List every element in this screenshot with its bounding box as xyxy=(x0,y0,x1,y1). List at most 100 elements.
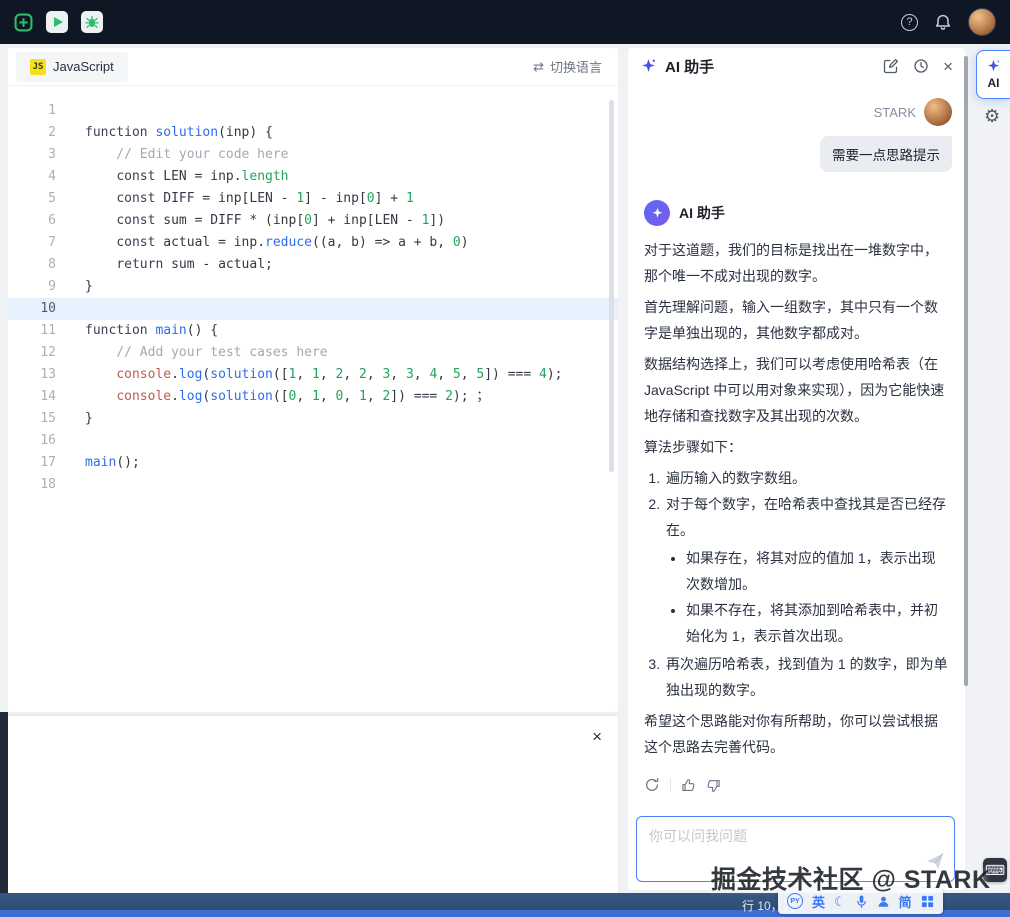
code-text: const sum = DIFF * (inp[0] + inp[LEN - 1… xyxy=(56,210,445,232)
settings-icon[interactable]: ⚙ xyxy=(984,106,1000,127)
code-text: console.log(solution([1, 1, 2, 2, 3, 3, … xyxy=(56,364,563,386)
tab-javascript[interactable]: JS JavaScript xyxy=(16,52,128,82)
code-text: return sum - actual; xyxy=(56,254,273,276)
user-avatar[interactable] xyxy=(968,8,996,36)
code-line[interactable]: 15} xyxy=(8,408,618,430)
code-line[interactable]: 2function solution(inp) { xyxy=(8,122,618,144)
topbar-right: ? xyxy=(901,8,996,36)
code-line[interactable]: 1 xyxy=(8,100,618,122)
line-number: 8 xyxy=(8,254,56,276)
code-line[interactable]: 6 const sum = DIFF * (inp[0] + inp[LEN -… xyxy=(8,210,618,232)
code-text: console.log(solution([0, 1, 0, 1, 2]) ==… xyxy=(56,386,489,408)
switch-language-button[interactable]: ⇄ 切换语言 xyxy=(533,57,602,76)
new-chat-button[interactable] xyxy=(883,58,899,74)
grid-glyph xyxy=(921,895,934,908)
line-number: 15 xyxy=(8,408,56,430)
code-line[interactable]: 16 xyxy=(8,430,618,452)
line-number: 16 xyxy=(8,430,56,452)
ime-grid-icon[interactable] xyxy=(921,895,934,908)
assistant-sub-list: 如果存在，将其对应的值加 1，表示出现次数增加。如果不存在，将其添加到哈希表中，… xyxy=(666,545,949,649)
line-number: 3 xyxy=(8,144,56,166)
code-line[interactable]: 13 console.log(solution([1, 1, 2, 2, 3, … xyxy=(8,364,618,386)
bell-icon[interactable] xyxy=(934,13,952,31)
left-edge-strip xyxy=(0,712,8,893)
code-line[interactable]: 11function main() { xyxy=(8,320,618,342)
rail-sparkle-icon xyxy=(986,59,1001,74)
code-line[interactable]: 9} xyxy=(8,276,618,298)
assistant-paragraph: 首先理解问题，输入一组数字，其中只有一个数字是单独出现的，其他数字都成对。 xyxy=(644,294,949,346)
ai-panel-scrollbar[interactable] xyxy=(964,56,968,686)
line-number: 17 xyxy=(8,452,56,474)
run-button[interactable] xyxy=(46,11,68,33)
line-number: 2 xyxy=(8,122,56,144)
rail-ai-label: AI xyxy=(988,76,1000,90)
ai-panel-title: AI 助手 xyxy=(665,56,714,77)
ai-panel-header: AI 助手 × xyxy=(628,48,965,84)
thumbs-up-button[interactable] xyxy=(681,778,696,793)
code-text: function solution(inp) { xyxy=(56,122,273,144)
code-line[interactable]: 12 // Add your test cases here xyxy=(8,342,618,364)
tab-label: JavaScript xyxy=(53,59,114,74)
ai-header-actions: × xyxy=(883,58,953,75)
account-icon[interactable] xyxy=(877,895,890,908)
plus-square-icon xyxy=(14,13,33,32)
app: ? JS JavaScript ⇄ 切换语言 12function soluti… xyxy=(0,0,1010,917)
thumbs-up-icon xyxy=(681,778,696,793)
code-text: // Edit your code here xyxy=(56,144,289,166)
code-line[interactable]: 5 const DIFF = inp[LEN - 1] - inp[0] + 1 xyxy=(8,188,618,210)
regenerate-icon xyxy=(644,777,660,793)
ai-avatar xyxy=(644,200,670,226)
code-text: } xyxy=(56,408,93,430)
ai-assistant-panel: AI 助手 × STARK 需要一点思路提示 AI 助手 对于 xyxy=(628,48,965,890)
history-icon xyxy=(913,58,929,74)
assistant-paragraph: 对于这道题，我们的目标是找出在一堆数字中，那个唯一不成对出现的数字。 xyxy=(644,237,949,289)
line-number: 14 xyxy=(8,386,56,408)
assistant-list-item: 对于每个数字，在哈希表中查找其是否已经存在。如果存在，将其对应的值加 1，表示出… xyxy=(664,491,949,649)
user-message-row: 需要一点思路提示 xyxy=(628,126,965,172)
ai-rail-toggle[interactable]: AI xyxy=(976,50,1010,99)
watermark: 掘金技术社区 @ STARK xyxy=(711,860,991,896)
person-glyph xyxy=(877,895,890,908)
editor-header: JS JavaScript ⇄ 切换语言 xyxy=(8,48,618,86)
code-text: function main() { xyxy=(56,320,218,342)
message-actions xyxy=(628,765,965,793)
new-chat-icon xyxy=(883,58,899,74)
code-text: } xyxy=(56,276,93,298)
bug-icon xyxy=(84,14,100,30)
code-line[interactable]: 18 xyxy=(8,474,618,496)
ai-close-icon[interactable]: × xyxy=(943,58,953,75)
assistant-list-item: 再次遍历哈希表，找到值为 1 的数字，即为单独出现的数字。 xyxy=(664,651,949,703)
line-number: 12 xyxy=(8,342,56,364)
drawer-close-icon[interactable]: × xyxy=(592,728,602,745)
code-line[interactable]: 4 const LEN = inp.length xyxy=(8,166,618,188)
help-icon[interactable]: ? xyxy=(901,14,918,31)
ai-avatar-sparkle-icon xyxy=(651,207,664,220)
code-text xyxy=(56,100,85,122)
assistant-ordered-list: 遍历输入的数字数组。对于每个数字，在哈希表中查找其是否已经存在。如果存在，将其对… xyxy=(644,465,949,703)
line-number: 10 xyxy=(8,298,56,320)
code-line[interactable]: 3 // Edit your code here xyxy=(8,144,618,166)
swap-icon: ⇄ xyxy=(533,59,544,75)
user-name: STARK xyxy=(874,105,916,120)
moon-icon[interactable]: ☾ xyxy=(834,895,846,908)
code-line[interactable]: 17main(); xyxy=(8,452,618,474)
code-line[interactable]: 8 return sum - actual; xyxy=(8,254,618,276)
new-file-button[interactable] xyxy=(14,13,33,32)
thumbs-down-button[interactable] xyxy=(706,778,721,793)
code-line[interactable]: 14 console.log(solution([0, 1, 0, 1, 2])… xyxy=(8,386,618,408)
editor-scrollbar[interactable] xyxy=(609,100,614,472)
regenerate-button[interactable] xyxy=(644,777,660,793)
play-icon xyxy=(54,17,63,27)
code-lines[interactable]: 12function solution(inp) {3 // Edit your… xyxy=(8,86,618,496)
history-button[interactable] xyxy=(913,58,929,74)
topbar: ? xyxy=(0,0,1010,44)
console-drawer: × xyxy=(8,716,618,896)
thumbs-down-icon xyxy=(706,778,721,793)
code-line[interactable]: 7 const actual = inp.reduce((a, b) => a … xyxy=(8,232,618,254)
user-chat-avatar[interactable] xyxy=(924,98,952,126)
line-number: 13 xyxy=(8,364,56,386)
debug-button[interactable] xyxy=(81,11,103,33)
code-line[interactable]: 10 xyxy=(8,298,618,320)
line-number: 4 xyxy=(8,166,56,188)
code-text: // Add your test cases here xyxy=(56,342,328,364)
